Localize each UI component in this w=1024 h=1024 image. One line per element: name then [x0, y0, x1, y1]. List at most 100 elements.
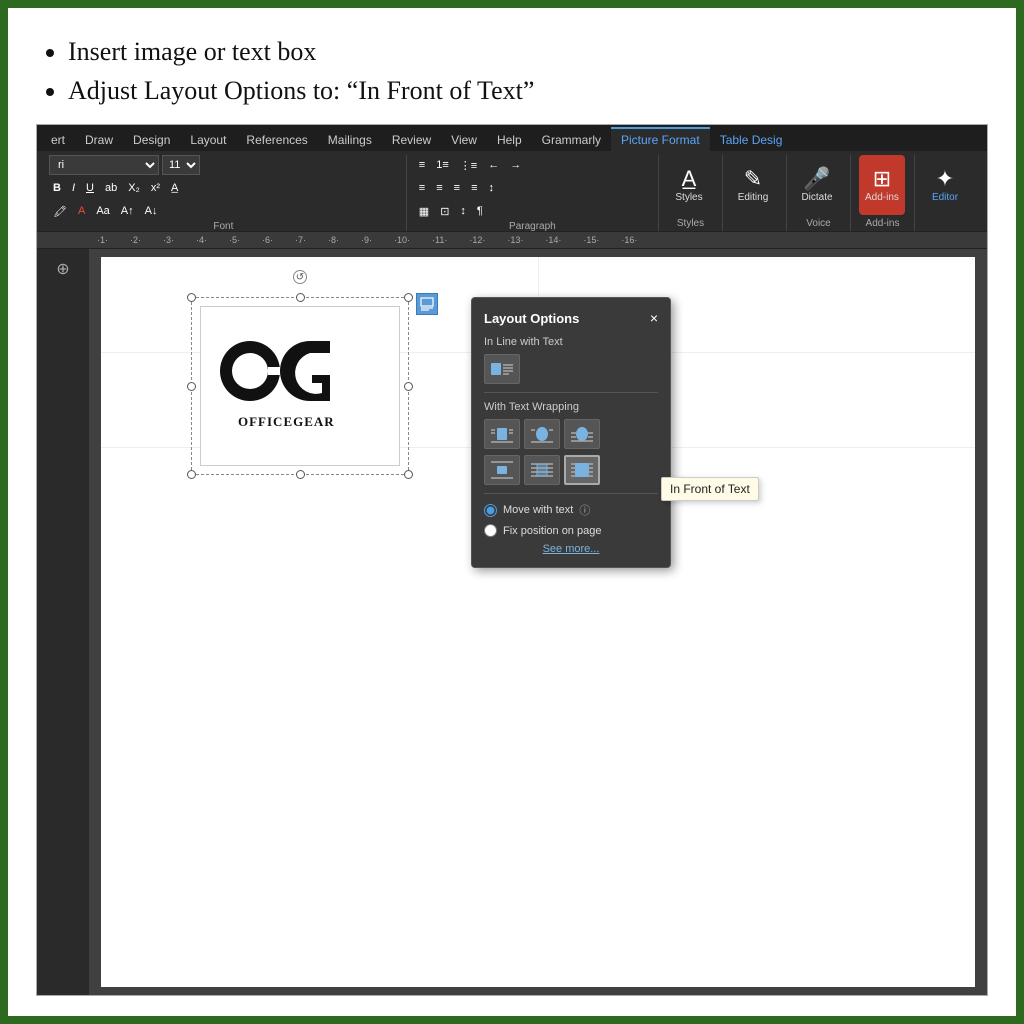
- bold-button[interactable]: B: [49, 178, 65, 198]
- align-left-btn[interactable]: ≡: [415, 178, 429, 198]
- handle-bl[interactable]: [187, 470, 196, 479]
- font-sz-dn[interactable]: A↓: [141, 201, 162, 221]
- underline-button[interactable]: U: [82, 178, 98, 198]
- layout-inline-icon: [489, 358, 515, 380]
- tab-references[interactable]: References: [236, 129, 317, 151]
- voice-group-label: Voice: [806, 218, 830, 231]
- tab-help[interactable]: Help: [487, 129, 532, 151]
- handle-bm[interactable]: [296, 470, 305, 479]
- addins-button[interactable]: ⊞ Add-ins: [859, 155, 905, 215]
- image-selected-box[interactable]: ↺: [191, 297, 409, 475]
- tab-grammarly[interactable]: Grammarly: [532, 129, 611, 151]
- ruler-tick-1: ·1·: [97, 235, 108, 245]
- layout-see-more-link[interactable]: See more...: [484, 543, 658, 555]
- layout-wrap-topbottom-btn[interactable]: [484, 455, 520, 485]
- editing-button[interactable]: ✎ Editing: [731, 155, 775, 215]
- tab-mailings[interactable]: Mailings: [318, 129, 382, 151]
- layout-inline-btn[interactable]: [484, 354, 520, 384]
- subscript-button[interactable]: X₂: [124, 178, 144, 198]
- rotate-handle[interactable]: ↺: [293, 270, 307, 284]
- layout-wrap-tight-icon: [529, 423, 555, 445]
- italic-button[interactable]: I: [68, 178, 79, 198]
- font-size-select[interactable]: 11: [162, 155, 200, 175]
- officegear-logo-svg: OFFICEGEAR: [220, 326, 380, 446]
- handle-br[interactable]: [404, 470, 413, 479]
- sort-btn[interactable]: ↕: [456, 201, 470, 221]
- layout-wrap-through-btn[interactable]: [564, 419, 600, 449]
- tab-layout[interactable]: Layout: [180, 129, 236, 151]
- handle-ml[interactable]: [187, 382, 196, 391]
- layout-wrap-behind-btn[interactable]: [524, 455, 560, 485]
- fontcolor-button[interactable]: A: [74, 201, 89, 221]
- tab-review[interactable]: Review: [382, 129, 441, 151]
- doc-page: ↺: [101, 257, 975, 987]
- list-multi-btn[interactable]: ⋮≡: [456, 155, 481, 175]
- layout-options-panel: Layout Options × In Line with Text: [471, 297, 671, 568]
- infront-of-text-tooltip: In Front of Text: [661, 477, 759, 501]
- handle-mr[interactable]: [404, 382, 413, 391]
- addins-group-label: Add-ins: [866, 218, 900, 231]
- ruler-tick-14: ·14·: [545, 235, 561, 245]
- indent-dec-btn[interactable]: ←: [484, 155, 503, 175]
- font-family-select[interactable]: ri: [49, 155, 159, 175]
- move-icon: ⊕: [56, 259, 69, 279]
- layout-wrap-tight-btn[interactable]: [524, 419, 560, 449]
- layout-wrap-square-btn[interactable]: [484, 419, 520, 449]
- align-justify-btn[interactable]: ≡: [467, 178, 481, 198]
- tab-ert[interactable]: ert: [41, 129, 75, 151]
- indent-inc-btn[interactable]: →: [506, 155, 525, 175]
- styles-icon: A̲: [682, 168, 697, 190]
- doc-page-area: ↺: [89, 249, 987, 995]
- instruction-2: Adjust Layout Options to: “In Front of T…: [68, 71, 988, 110]
- layout-radio-move-input[interactable]: [484, 504, 497, 517]
- border-btn[interactable]: ⊡: [436, 201, 453, 221]
- list-bullet-btn[interactable]: ≡: [415, 155, 429, 175]
- document-area: ⊕ ↺: [37, 249, 987, 995]
- editing-icon: ✎: [744, 168, 762, 190]
- styles-button[interactable]: A̲ Styles: [667, 155, 711, 215]
- layout-wrap-infront-btn[interactable]: [564, 455, 600, 485]
- dictate-button[interactable]: 🎤 Dictate: [795, 155, 839, 215]
- format-button[interactable]: A̲: [167, 178, 182, 198]
- font-row-3: 🖍 A Aa A↑ A↓: [49, 201, 398, 221]
- instructions-section: Insert image or text box Adjust Layout O…: [36, 32, 988, 110]
- align-center-btn[interactable]: ≡: [432, 178, 446, 198]
- highlight-button[interactable]: 🖍: [49, 201, 71, 221]
- layout-panel-close-button[interactable]: ×: [650, 310, 658, 326]
- layout-radio-move-label[interactable]: Move with text: [503, 504, 573, 516]
- tab-design[interactable]: Design: [123, 129, 180, 151]
- ribbon-group-paragraph: ≡ 1≡ ⋮≡ ← → ≡ ≡ ≡ ≡ ↕ ▦: [411, 155, 659, 231]
- list-num-btn[interactable]: 1≡: [432, 155, 453, 175]
- tab-view[interactable]: View: [441, 129, 487, 151]
- shading-btn[interactable]: ▦: [415, 201, 433, 221]
- layout-radio-fix-label[interactable]: Fix position on page: [503, 525, 601, 537]
- handle-tm[interactable]: [296, 293, 305, 302]
- tab-picture-format[interactable]: Picture Format: [611, 127, 710, 151]
- layout-section1-label: In Line with Text: [484, 336, 658, 348]
- layout-options-trigger-button[interactable]: [416, 293, 438, 315]
- handle-tr[interactable]: [404, 293, 413, 302]
- ribbon-group-voice: 🎤 Dictate Voice: [791, 155, 851, 231]
- tab-table-design[interactable]: Table Desig: [710, 129, 793, 151]
- handle-tl[interactable]: [187, 293, 196, 302]
- line-spacing-btn[interactable]: ↕: [484, 178, 498, 198]
- layout-wrap-infront-icon: [569, 459, 595, 481]
- tab-draw[interactable]: Draw: [75, 129, 123, 151]
- align-right-btn[interactable]: ≡: [450, 178, 464, 198]
- ribbon-group-addins: ⊞ Add-ins Add-ins: [855, 155, 915, 231]
- font-aa-button[interactable]: Aa: [92, 201, 113, 221]
- pilcrow-btn[interactable]: ¶: [473, 201, 487, 221]
- font-sz-up[interactable]: A↑: [117, 201, 138, 221]
- editor-button[interactable]: ✦ Editor: [923, 155, 967, 215]
- ribbon-group-font: ri 11 B I U ab X₂ x² A̲: [45, 155, 407, 231]
- ruler-tick-9: ·9·: [361, 235, 372, 245]
- ruler-tick-7: ·7·: [295, 235, 306, 245]
- layout-wrap-behind-icon: [529, 459, 555, 481]
- layout-wrap-row1: [484, 419, 658, 449]
- word-window: ert Draw Design Layout References Mailin…: [36, 124, 988, 996]
- font-controls: ri 11 B I U ab X₂ x² A̲: [49, 155, 398, 221]
- layout-radio-fix-input[interactable]: [484, 524, 497, 537]
- strikethrough-button[interactable]: ab: [101, 178, 121, 198]
- ruler-ticks: ·1· ·2· ·3· ·4· ·5· ·6· ·7· ·8· ·9· ·10·…: [97, 235, 987, 245]
- superscript-button[interactable]: x²: [147, 178, 164, 198]
